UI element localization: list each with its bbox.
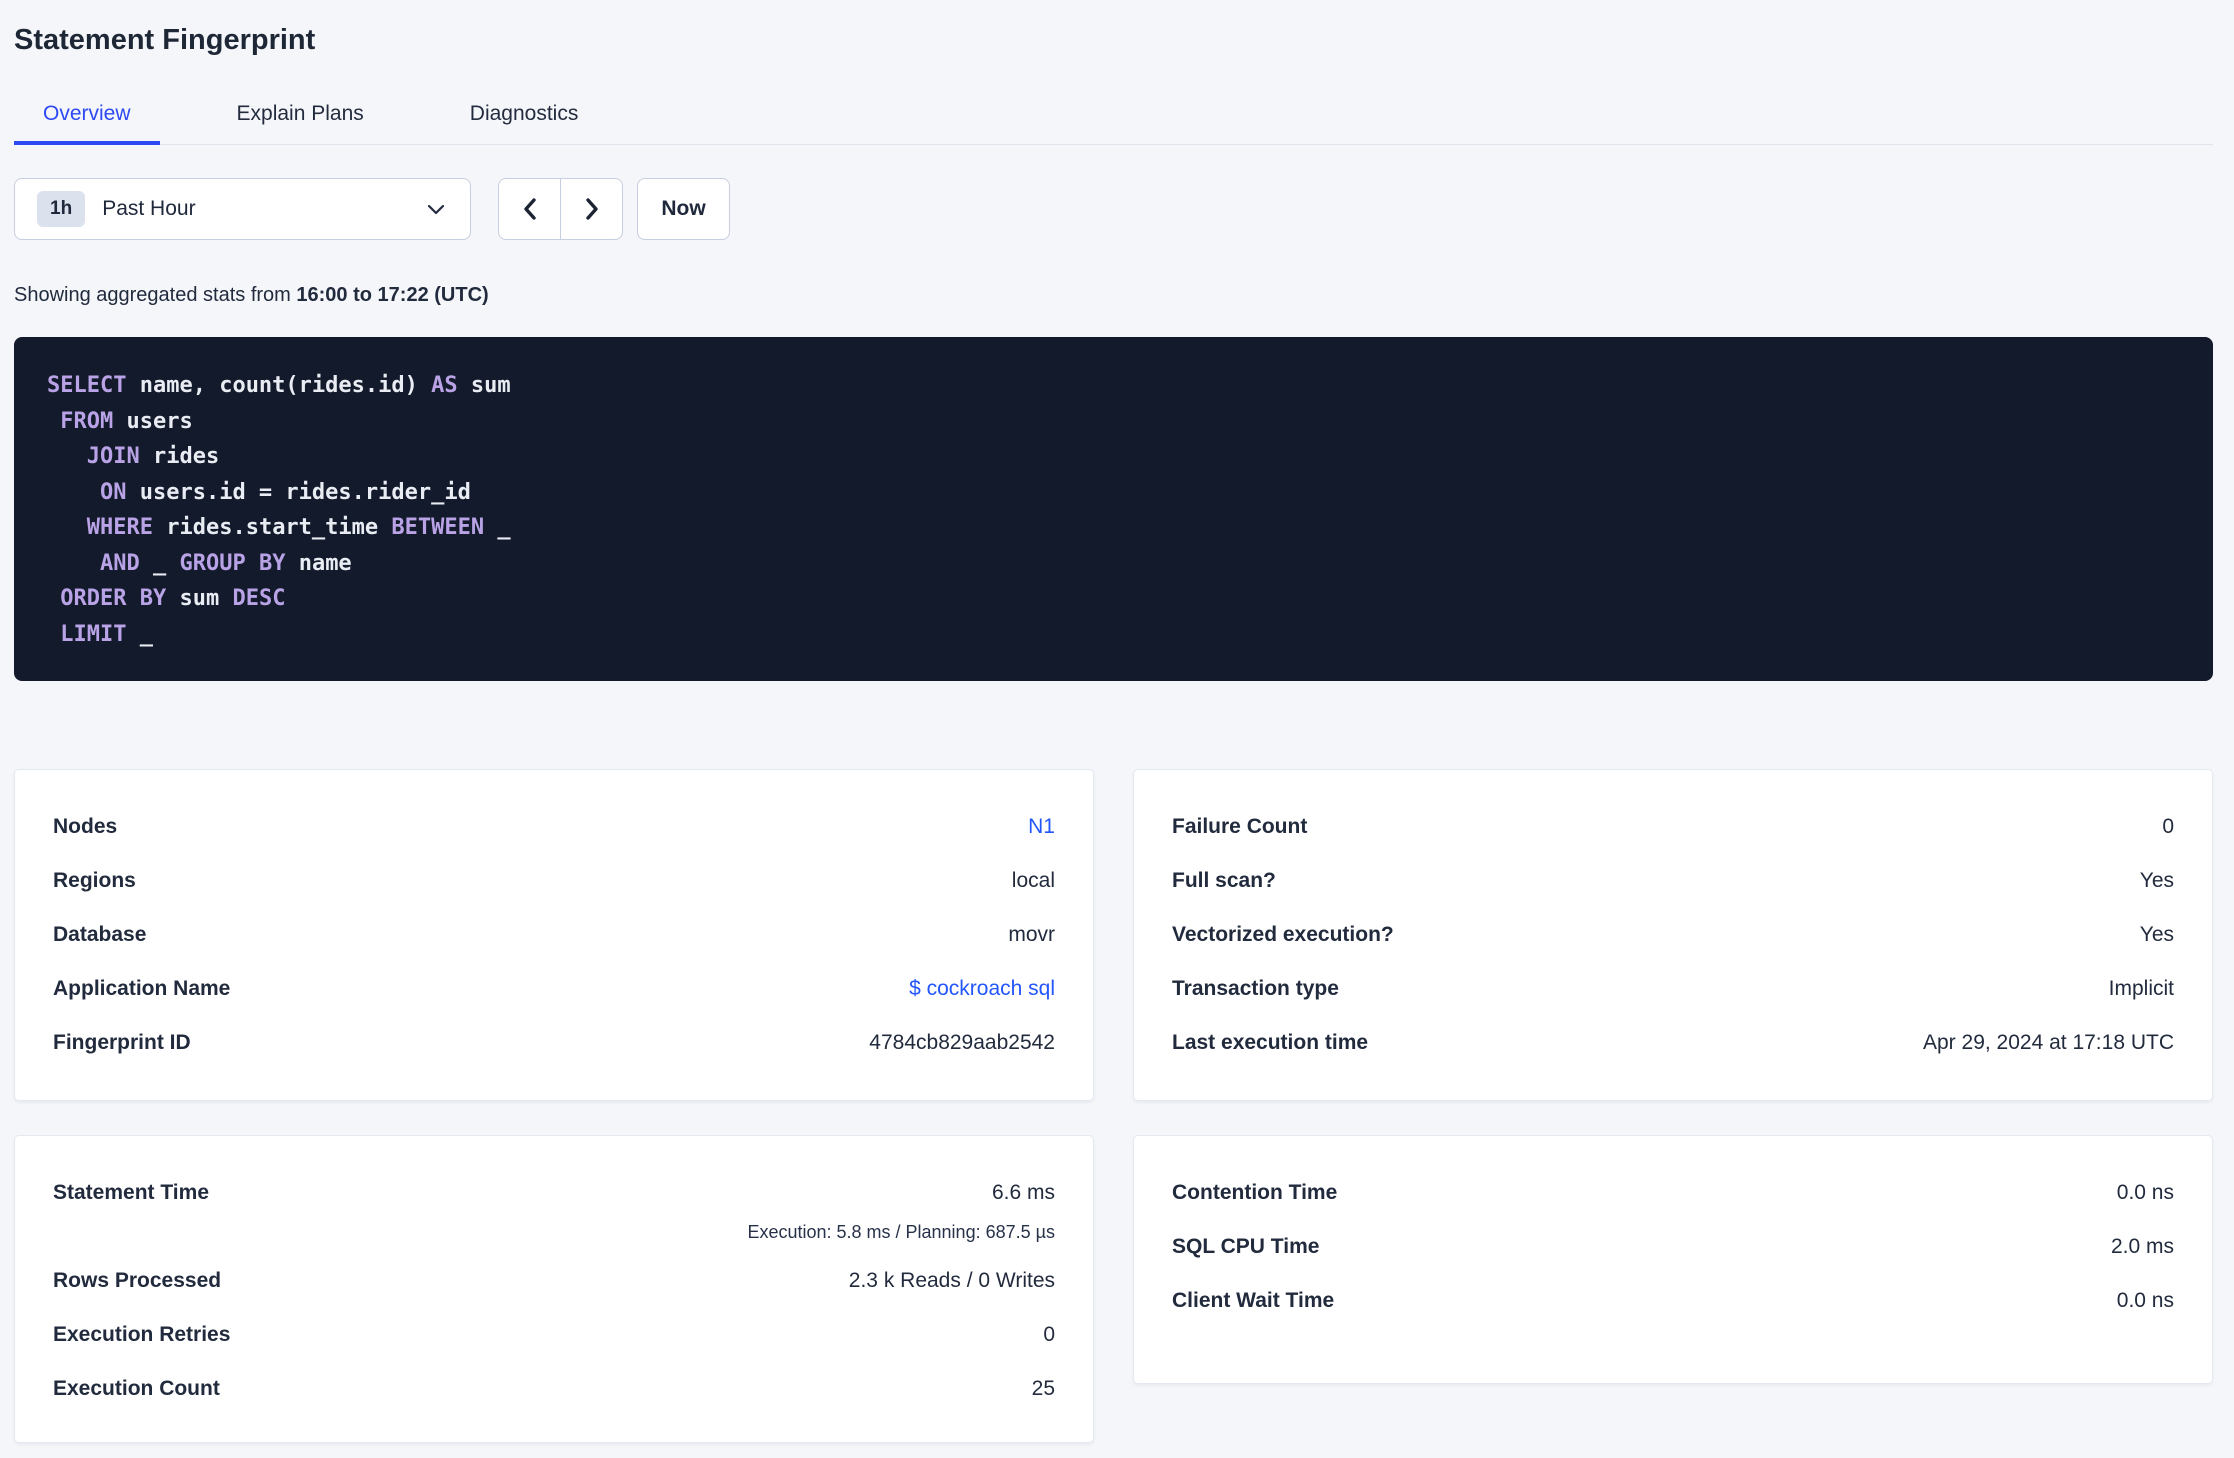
perf-row-rows-processed: Rows Processed 2.3 k Reads / 0 Writes	[53, 1254, 1055, 1308]
nodes-link[interactable]: N1	[1028, 815, 1055, 839]
sql-line: FROM users	[60, 408, 193, 434]
tab-overview[interactable]: Overview	[14, 101, 160, 145]
row-value: local	[1011, 869, 1055, 892]
detail-row-regions: Regions local	[53, 854, 1055, 908]
prev-range-button[interactable]	[499, 179, 560, 239]
sql-line: AND _ GROUP BY name	[99, 550, 352, 576]
row-label: Execution Count	[53, 1377, 220, 1400]
time-range-badge: 1h	[37, 191, 86, 227]
next-range-button[interactable]	[560, 179, 622, 239]
sql-line: JOIN rides	[86, 444, 220, 469]
application-name-link[interactable]: $ cockroach sql	[909, 977, 1055, 1001]
sql-line: ORDER BY sum DESC	[60, 586, 286, 611]
row-value: 6.6 ms	[991, 1181, 1055, 1204]
sql-line: LIMIT _	[60, 621, 153, 647]
stats-summary: Showing aggregated stats from 16:00 to 1…	[14, 282, 2213, 309]
detail-row-transaction-type: Transaction type Implicit	[1172, 962, 2174, 1016]
perf-row-execution-retries: Execution Retries 0	[53, 1308, 1055, 1362]
row-label: Transaction type	[1172, 977, 1339, 1000]
performance-card-right: Contention Time 0.0 ns SQL CPU Time 2.0 …	[1133, 1135, 2213, 1384]
row-label: Fingerprint ID	[53, 1031, 191, 1054]
tab-explain-plans[interactable]: Explain Plans	[208, 101, 393, 144]
row-label: Vectorized execution?	[1172, 923, 1394, 946]
row-value: Implicit	[2108, 977, 2174, 1000]
stats-summary-prefix: Showing aggregated stats from	[14, 284, 297, 306]
row-label: Failure Count	[1172, 815, 1308, 838]
page-title: Statement Fingerprint	[14, 24, 316, 56]
row-label: Rows Processed	[53, 1269, 222, 1292]
row-value: 0	[1043, 1323, 1055, 1346]
time-range-stepper	[498, 178, 623, 240]
time-range-select[interactable]: 1h Past Hour	[14, 178, 471, 240]
row-label: Execution Retries	[53, 1323, 231, 1346]
detail-row-application-name: Application Name $ cockroach sql	[53, 962, 1055, 1016]
sql-line: ON users.id = rides.rider_id	[99, 479, 471, 505]
stats-summary-range: 16:00 to 17:22 (UTC)	[296, 284, 489, 306]
row-value: Yes	[2139, 923, 2174, 946]
tab-diagnostics[interactable]: Diagnostics	[441, 101, 608, 144]
performance-card-left: Statement Time 6.6 ms Execution: 5.8 ms …	[14, 1135, 1094, 1443]
detail-row-nodes: Nodes N1	[53, 800, 1055, 854]
chevron-down-icon	[426, 202, 446, 216]
perf-row-client-wait-time: Client Wait Time 0.0 ns	[1172, 1274, 2174, 1328]
row-label: Client Wait Time	[1172, 1289, 1335, 1312]
details-card-left: Nodes N1 Regions local Database movr App…	[14, 769, 1094, 1101]
row-label: Full scan?	[1172, 869, 1276, 892]
sql-line: WHERE rides.start_time BETWEEN _	[86, 515, 511, 540]
chevron-right-icon	[581, 196, 603, 222]
detail-row-vectorized-execution: Vectorized execution? Yes	[1172, 908, 2174, 962]
row-value: 4784cb829aab2542	[869, 1031, 1055, 1054]
perf-row-statement-time: Statement Time 6.6 ms Execution: 5.8 ms …	[53, 1166, 1055, 1254]
summary-cards: Nodes N1 Regions local Database movr App…	[14, 769, 2213, 1443]
perf-row-sql-cpu-time: SQL CPU Time 2.0 ms	[1172, 1220, 2174, 1274]
row-label: Contention Time	[1172, 1181, 1338, 1204]
row-label: Regions	[53, 869, 136, 892]
perf-row-execution-count: Execution Count 25	[53, 1362, 1055, 1416]
time-controls: 1h Past Hour Now	[14, 178, 2213, 240]
now-button[interactable]: Now	[637, 178, 730, 240]
row-label: SQL CPU Time	[1172, 1235, 1320, 1258]
time-range-label: Past Hour	[102, 197, 196, 220]
row-value: 0	[2162, 815, 2174, 838]
detail-row-last-execution-time: Last execution time Apr 29, 2024 at 17:1…	[1172, 1016, 2174, 1070]
chevron-left-icon	[519, 196, 541, 222]
row-value: 2.0 ms	[2110, 1235, 2174, 1258]
row-value: Apr 29, 2024 at 17:18 UTC	[1923, 1031, 2174, 1054]
detail-row-full-scan: Full scan? Yes	[1172, 854, 2174, 908]
row-label: Database	[53, 923, 147, 946]
row-label: Statement Time	[53, 1181, 209, 1204]
row-value: 0.0 ns	[2116, 1289, 2174, 1312]
row-value: 0.0 ns	[2116, 1181, 2174, 1204]
tab-bar: Overview Explain Plans Diagnostics	[14, 101, 2213, 145]
perf-row-contention-time: Contention Time 0.0 ns	[1172, 1166, 2174, 1220]
row-label: Last execution time	[1172, 1031, 1369, 1054]
row-label: Application Name	[53, 977, 231, 1000]
row-value: Yes	[2139, 869, 2174, 892]
row-value: movr	[1008, 923, 1055, 946]
details-card-right: Failure Count 0 Full scan? Yes Vectorize…	[1133, 769, 2213, 1101]
detail-row-database: Database movr	[53, 908, 1055, 962]
detail-row-failure-count: Failure Count 0	[1172, 800, 2174, 854]
sql-statement-box: SELECT name, count(rides.id) AS sum FROM…	[14, 337, 2213, 681]
row-value: 25	[1031, 1377, 1055, 1400]
row-subvalue: Execution: 5.8 ms / Planning: 687.5 µs	[747, 1222, 1055, 1242]
sql-line: SELECT name, count(rides.id) AS sum	[47, 373, 511, 398]
row-label: Nodes	[53, 815, 118, 838]
detail-row-fingerprint-id: Fingerprint ID 4784cb829aab2542	[53, 1016, 1055, 1070]
statement-fingerprint-page: Statement Fingerprint Overview Explain P…	[14, 0, 2213, 1443]
row-value: 2.3 k Reads / 0 Writes	[848, 1269, 1055, 1292]
